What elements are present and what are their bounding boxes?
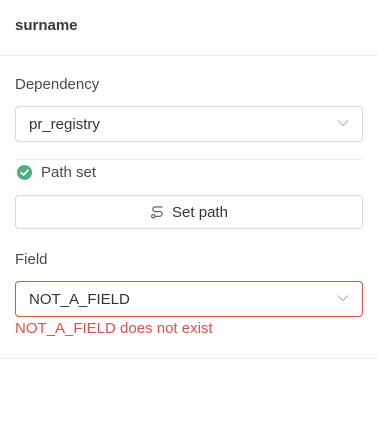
bottom-divider [0,358,377,359]
path-status-text: Path set [41,164,97,181]
section-divider [15,159,363,160]
path-status: Path set [15,164,96,181]
field-error-message: NOT_A_FIELD does not exist [15,320,213,337]
field-label: Field [15,251,48,268]
chevron-down-icon [337,120,349,127]
panel-header: surname [0,0,377,56]
dependency-select-value: pr_registry [29,115,100,133]
field-select[interactable]: NOT_A_FIELD [15,281,363,317]
set-path-button-label: Set path [172,203,228,221]
field-select-value: NOT_A_FIELD [29,290,130,308]
route-icon [151,205,163,218]
set-path-button[interactable]: Set path [15,195,363,229]
check-circle-icon [17,165,32,180]
panel-title: surname [15,17,78,34]
chevron-down-icon [337,295,349,302]
dependency-select[interactable]: pr_registry [15,106,363,142]
dependency-label: Dependency [15,76,100,93]
properties-panel: surname Dependency pr_registry Path set … [0,0,377,424]
